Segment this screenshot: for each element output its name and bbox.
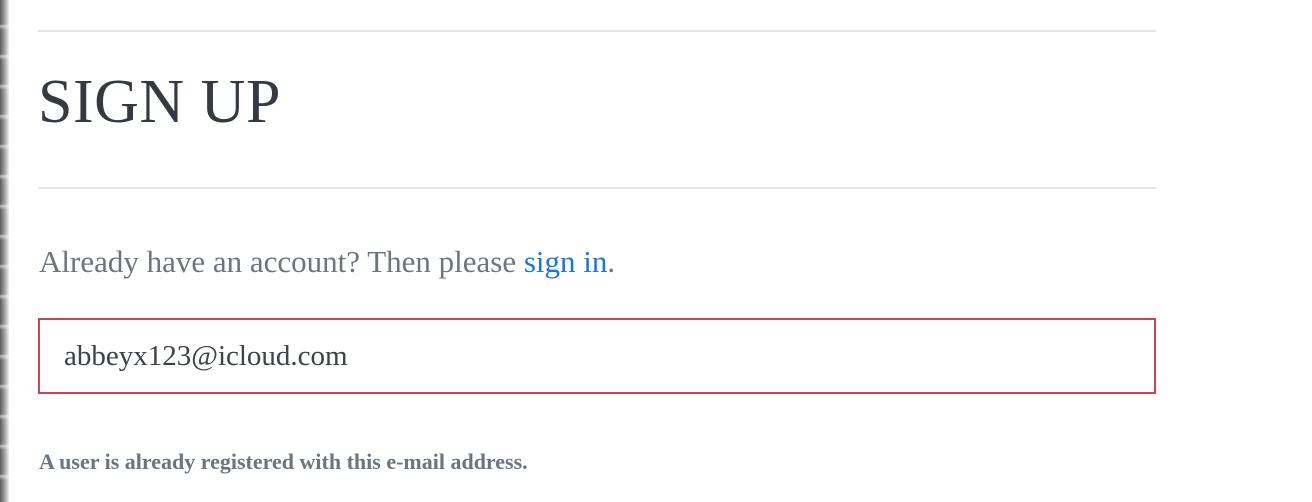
window-edge [0,0,9,502]
top-divider [38,30,1156,32]
signin-prompt-text: Already have an account? Then please [39,244,524,279]
page-title: SIGN UP [38,68,281,136]
title-divider [38,187,1156,189]
sign-in-link[interactable]: sign in [524,244,608,279]
email-field[interactable] [38,318,1156,394]
signin-prompt-period: . [607,244,616,279]
signin-prompt: Already have an account? Then please sig… [39,240,615,284]
email-error-message: A user is already registered with this e… [39,449,528,474]
